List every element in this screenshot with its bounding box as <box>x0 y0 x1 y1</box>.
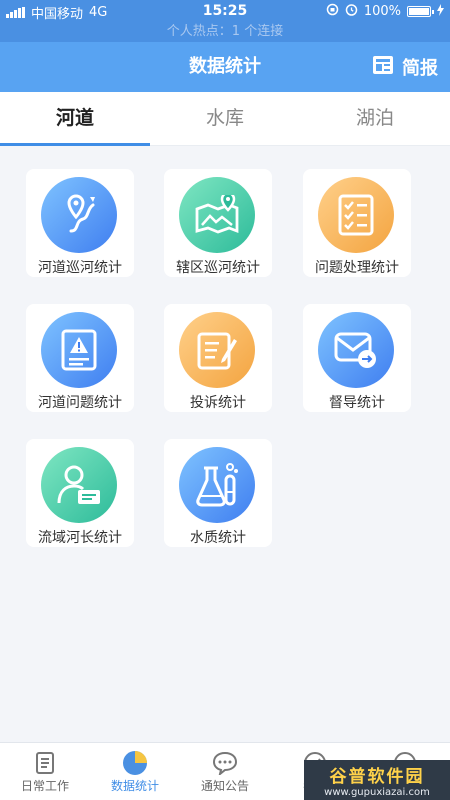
alarm-icon <box>345 3 358 20</box>
card-label: 河道问题统计 <box>38 395 122 411</box>
tab-daily-work[interactable]: 日常工作 <box>0 743 90 800</box>
charging-icon <box>437 3 444 20</box>
card-label: 督导统计 <box>329 395 385 411</box>
chat-bubble-icon <box>212 749 238 777</box>
watermark-title: 谷普软件园 <box>329 767 425 787</box>
brief-button[interactable]: 简报 <box>372 42 438 92</box>
tab-notices[interactable]: 通知公告 <box>180 743 270 800</box>
person-card-icon <box>41 447 117 523</box>
battery-percent: 100% <box>363 4 401 19</box>
water-quality-stats-card[interactable]: 水质统计 <box>164 439 272 547</box>
tab-label: 日常工作 <box>20 779 69 793</box>
issue-handling-stats-card[interactable]: 问题处理统计 <box>303 169 411 277</box>
tab-label: 通知公告 <box>200 779 249 793</box>
card-label: 流域河长统计 <box>38 530 122 546</box>
brief-label: 简报 <box>402 58 438 79</box>
nav-bar: 数据统计 简报 <box>0 42 450 92</box>
area-map-icon <box>179 177 255 253</box>
supervision-stats-card[interactable]: 督导统计 <box>303 304 411 412</box>
hotspot-banner[interactable]: 个人热点：1 个连接 <box>0 22 450 42</box>
status-bar: 中国移动 4G 15:25 100% <box>0 0 450 22</box>
card-label: 河道巡河统计 <box>38 260 122 276</box>
complaint-stats-card[interactable]: 投诉统计 <box>164 304 272 412</box>
warning-document-icon <box>41 312 117 388</box>
edit-document-icon <box>179 312 255 388</box>
card-label: 问题处理统计 <box>315 260 399 276</box>
status-right: 100% <box>326 3 444 20</box>
tab-data-stats[interactable]: 数据统计 <box>90 743 180 800</box>
tab-river[interactable]: 河道 <box>0 92 150 146</box>
river-patrol-stats-card[interactable]: 河道巡河统计 <box>26 169 134 277</box>
district-patrol-stats-card[interactable]: 辖区巡河统计 <box>164 169 272 277</box>
route-map-icon <box>41 177 117 253</box>
lab-flask-icon <box>179 447 255 523</box>
watermark-url: www.gupuxiazai.com <box>324 787 430 798</box>
watermark: 谷普软件园 www.gupuxiazai.com <box>304 760 450 800</box>
tab-label: 数据统计 <box>110 779 159 793</box>
category-tabs: 河道 水库 湖泊 <box>0 92 450 146</box>
card-label: 辖区巡河统计 <box>176 260 260 276</box>
pie-chart-icon <box>122 749 148 777</box>
basin-chief-stats-card[interactable]: 流域河长统计 <box>26 439 134 547</box>
mail-forward-icon <box>318 312 394 388</box>
document-icon <box>35 749 55 777</box>
battery-icon <box>407 6 434 17</box>
lock-rotation-icon <box>326 3 339 20</box>
card-label: 投诉统计 <box>190 395 246 411</box>
card-label: 水质统计 <box>190 530 246 546</box>
river-issue-stats-card[interactable]: 河道问题统计 <box>26 304 134 412</box>
newspaper-icon <box>372 54 394 81</box>
tab-lake[interactable]: 湖泊 <box>300 92 450 145</box>
checklist-icon <box>318 177 394 253</box>
tab-reservoir[interactable]: 水库 <box>150 92 300 145</box>
